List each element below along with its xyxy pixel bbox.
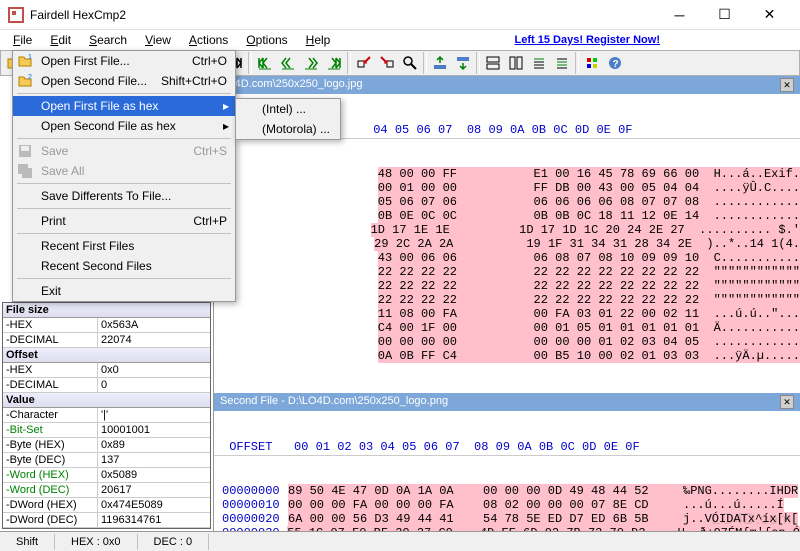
- menu-save-all[interactable]: Save All: [13, 161, 235, 181]
- submenu-motorola[interactable]: (Motorola) ...: [236, 119, 340, 139]
- prop-dec-key: -DECIMAL: [3, 333, 98, 347]
- menu-options[interactable]: Options: [239, 31, 294, 49]
- menu-edit[interactable]: Edit: [43, 31, 78, 49]
- hex-row[interactable]: xxxxxxxxxx05 06 07 06 06 06 06 06 08 07 …: [214, 195, 800, 209]
- app-icon: [8, 7, 24, 23]
- menu-recent-first[interactable]: Recent First Files: [13, 236, 235, 256]
- menu-file[interactable]: File: [6, 31, 39, 49]
- menu-help[interactable]: Help: [299, 31, 338, 49]
- tb-goto-left[interactable]: [353, 52, 375, 74]
- tb-sync-up[interactable]: [429, 52, 451, 74]
- file-menu-dropdown: 1 Open First File...Ctrl+O 2 Open Second…: [12, 50, 236, 302]
- prop-hex-val: 0x563A: [98, 318, 210, 332]
- file2-title: Second File - D:\LO4D.com\250x250_logo.p…: [220, 395, 780, 409]
- prop-dec-val: 22074: [98, 333, 210, 347]
- menu-exit[interactable]: Exit: [13, 281, 235, 301]
- menu-open-second[interactable]: 2 Open Second File...Shift+Ctrl+O: [13, 71, 235, 91]
- menu-save[interactable]: SaveCtrl+S: [13, 141, 235, 161]
- hex-row[interactable]: xxxxxxxxxxC4 00 1F 00 00 01 05 01 01 01 …: [214, 321, 800, 335]
- hex-row[interactable]: 00000000 89 50 4E 47 0D 0A 1A 0A 00 00 0…: [214, 484, 800, 498]
- open-hex-submenu: (Intel) ... (Motorola) ...: [235, 98, 341, 140]
- file1-close-icon[interactable]: ✕: [780, 78, 794, 92]
- prop-value-header: Value: [3, 393, 210, 408]
- svg-text:2: 2: [28, 74, 32, 81]
- minimize-button[interactable]: ─: [657, 1, 702, 29]
- menu-open-first-hex[interactable]: Open First File as hex▸: [13, 96, 235, 116]
- menu-search[interactable]: Search: [82, 31, 134, 49]
- menu-actions[interactable]: Actions: [182, 31, 235, 49]
- tb-list1[interactable]: [528, 52, 550, 74]
- file2-close-icon[interactable]: ✕: [780, 395, 794, 409]
- menu-save-diff[interactable]: Save Differents To File...: [13, 186, 235, 206]
- tb-pref[interactable]: [581, 52, 603, 74]
- hex-row[interactable]: xxxxxxxxxx0A 0B FF C4 00 B5 10 00 02 01 …: [214, 349, 800, 363]
- hex-row[interactable]: xxxxxxxxxx0B 0E 0C 0C 0B 0B 0C 18 11 12 …: [214, 209, 800, 223]
- hex-row[interactable]: xxxxxxxxxx43 00 06 06 06 08 07 08 10 09 …: [214, 251, 800, 265]
- tb-find[interactable]: [399, 52, 421, 74]
- status-dec: DEC : 0: [138, 534, 210, 550]
- hex-row[interactable]: xxxxxxxxxx00 01 00 00 FF DB 00 43 00 05 …: [214, 181, 800, 195]
- hex-row[interactable]: 00000030 55 1C 07 F0 BF 39 37 C9 4D EE 6…: [214, 526, 800, 531]
- maximize-button[interactable]: ☐: [702, 1, 747, 29]
- hex-row[interactable]: xxxxxxxxxx22 22 22 22 22 22 22 22 22 22 …: [214, 265, 800, 279]
- hex-row[interactable]: xxxxxxxxxx00 00 00 00 00 00 00 01 02 03 …: [214, 335, 800, 349]
- prop-offset-header: Offset: [3, 348, 210, 363]
- tb-tile-vert[interactable]: [505, 52, 527, 74]
- status-hex: HEX : 0x0: [55, 534, 138, 550]
- submenu-intel[interactable]: (Intel) ...: [236, 99, 340, 119]
- hex-row[interactable]: xxxxxxxxxx22 22 22 22 22 22 22 22 22 22 …: [214, 279, 800, 293]
- menu-open-first[interactable]: 1 Open First File...Ctrl+O: [13, 51, 235, 71]
- tb-goto-right[interactable]: [376, 52, 398, 74]
- prop-hex-key: -HEX: [3, 318, 98, 332]
- hex-row[interactable]: 00000020 6A 00 00 56 D3 49 44 41 54 78 5…: [214, 512, 800, 526]
- svg-text:?: ?: [613, 59, 619, 70]
- file2-col-header: OFFSET 00 01 02 03 04 05 06 07 08 09 0A …: [214, 439, 800, 456]
- tb-next-green[interactable]: [300, 52, 322, 74]
- tb-first-green[interactable]: [254, 52, 276, 74]
- hex-row[interactable]: xxxxxxxxxx1D 17 1E 1E 1D 17 1D 1C 20 24 …: [214, 223, 800, 237]
- tb-tile-horz[interactable]: [482, 52, 504, 74]
- hex-row[interactable]: xxxxxxxxxx48 00 00 FF E1 00 16 45 78 69 …: [214, 167, 800, 181]
- file1-title: LO4D.com\250x250_logo.jpg: [220, 78, 780, 92]
- register-link[interactable]: Left 15 Days! Register Now!: [515, 34, 660, 46]
- window-title: Fairdell HexCmp2: [30, 8, 657, 22]
- hex-row[interactable]: xxxxxxxxxx22 22 22 22 22 22 22 22 22 22 …: [214, 293, 800, 307]
- file2-panel: Second File - D:\LO4D.com\250x250_logo.p…: [214, 393, 800, 531]
- menu-recent-second[interactable]: Recent Second Files: [13, 256, 235, 276]
- svg-text:1: 1: [28, 54, 32, 61]
- tb-list2[interactable]: [551, 52, 573, 74]
- tb-prev-green[interactable]: [277, 52, 299, 74]
- hex-row[interactable]: 00000010 00 00 00 FA 00 00 00 FA 08 02 0…: [214, 498, 800, 512]
- menu-view[interactable]: View: [138, 31, 178, 49]
- tb-sync-down[interactable]: [452, 52, 474, 74]
- status-shift: Shift: [0, 534, 55, 550]
- menu-print[interactable]: PrintCtrl+P: [13, 211, 235, 231]
- tb-last-green[interactable]: [323, 52, 345, 74]
- menu-open-second-hex[interactable]: Open Second File as hex▸: [13, 116, 235, 136]
- prop-filesize-header: File size: [3, 303, 210, 318]
- hex-row[interactable]: xxxxxxxxxx11 08 00 FA 00 FA 03 01 22 00 …: [214, 307, 800, 321]
- tb-help[interactable]: ?: [604, 52, 626, 74]
- close-button[interactable]: ✕: [747, 1, 792, 29]
- hex-row[interactable]: xxxxxxxxxx29 2C 2A 2A 19 1F 31 34 31 28 …: [214, 237, 800, 251]
